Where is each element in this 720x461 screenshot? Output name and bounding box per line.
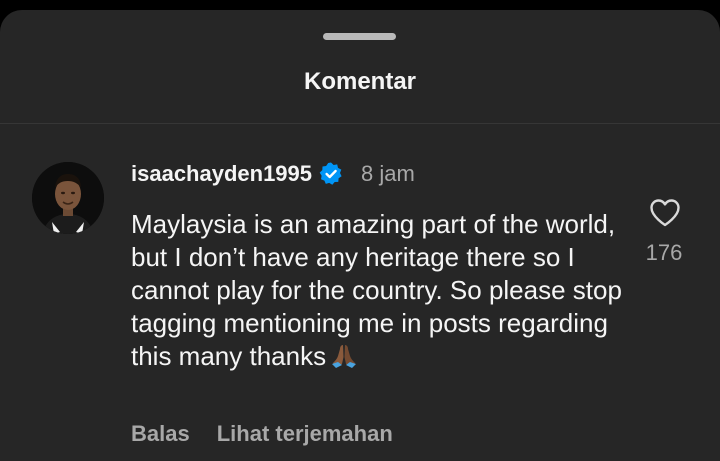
comment-time: 8 jam — [361, 161, 415, 186]
sheet-title: Komentar — [303, 68, 417, 95]
heart-icon[interactable] — [648, 196, 682, 230]
see-translation-button[interactable]: Lihat terjemahan — [217, 421, 393, 447]
header-divider — [0, 123, 720, 124]
like-count: 176 — [645, 240, 683, 265]
user-avatar[interactable] — [32, 162, 104, 234]
comment-text-block: Maylaysia is an amazing part of the worl… — [131, 208, 631, 373]
sheet-drag-handle[interactable] — [323, 33, 396, 40]
comment-username[interactable]: isaachayden1995 — [131, 161, 312, 187]
comment-actions: Balas Lihat terjemahan — [131, 421, 393, 447]
reply-button[interactable]: Balas — [131, 421, 190, 447]
comment-meta: isaachayden1995 8 jam — [131, 159, 415, 189]
folded-hands-emoji — [330, 342, 358, 370]
comment-text: Maylaysia is an amazing part of the worl… — [131, 209, 622, 371]
verified-badge-icon — [318, 161, 344, 187]
